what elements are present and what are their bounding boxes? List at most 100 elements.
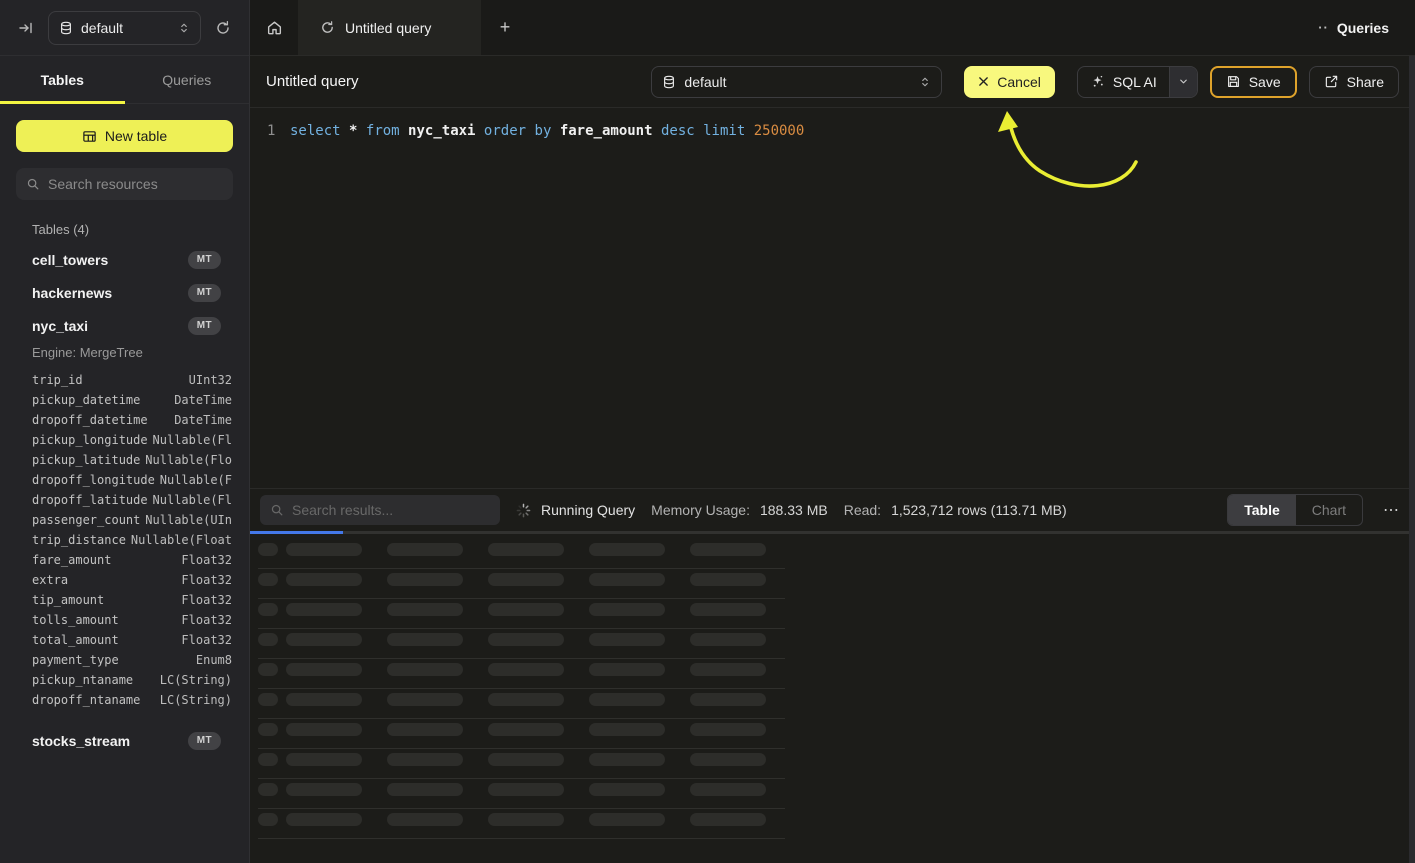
database-icon xyxy=(59,21,73,35)
skeleton-cell xyxy=(589,693,665,706)
table-item-cell-towers[interactable]: cell_towers MT xyxy=(16,243,233,276)
sql-ai-button[interactable]: SQL AI xyxy=(1078,67,1169,97)
query-status: Running Query xyxy=(516,502,635,518)
column-row[interactable]: trip_idUInt32 xyxy=(32,370,232,390)
search-resources-input[interactable] xyxy=(48,176,229,192)
column-name: tip_amount xyxy=(32,593,104,607)
sql-code: select * from nyc_taxi order by fare_amo… xyxy=(290,122,804,140)
skeleton-cell xyxy=(286,783,362,796)
column-type: DateTime xyxy=(174,413,232,427)
skeleton-cell xyxy=(387,573,463,586)
column-type: LC(String) xyxy=(160,673,232,687)
read-stat: Read: 1,523,712 rows (113.71 MB) xyxy=(844,502,1067,518)
database-selector[interactable]: default xyxy=(48,11,201,45)
table-item-hackernews[interactable]: hackernews MT xyxy=(16,276,233,309)
column-row[interactable]: pickup_datetimeDateTime xyxy=(32,390,232,410)
loading-skeleton-table xyxy=(250,534,1415,839)
skeleton-cell xyxy=(286,663,362,676)
column-row[interactable]: dropoff_latitudeNullable(Fl xyxy=(32,490,232,510)
chevron-down-icon xyxy=(1178,76,1189,87)
skeleton-cell xyxy=(488,633,564,646)
column-name: pickup_latitude xyxy=(32,453,140,467)
column-row[interactable]: pickup_ntanameLC(String) xyxy=(32,670,232,690)
database-icon xyxy=(662,75,676,89)
toggle-table[interactable]: Table xyxy=(1228,495,1296,525)
skeleton-cell xyxy=(286,693,362,706)
sql-token: fare_amount xyxy=(560,123,653,139)
queries-button[interactable]: ·· Queries xyxy=(1318,20,1389,36)
skeleton-cell xyxy=(589,753,665,766)
sql-editor[interactable]: 1 select * from nyc_taxi order by fare_a… xyxy=(250,109,1415,488)
skeleton-cell xyxy=(258,633,278,646)
sql-ai-dropdown-button[interactable] xyxy=(1169,67,1197,97)
skeleton-cell xyxy=(589,633,665,646)
skeleton-cell xyxy=(286,813,362,826)
new-table-button[interactable]: New table xyxy=(16,120,233,152)
skeleton-cell xyxy=(690,693,766,706)
column-row[interactable]: payment_typeEnum8 xyxy=(32,650,232,670)
topbar: Untitled query + ·· Queries xyxy=(250,0,1415,56)
column-type: Nullable(F xyxy=(160,473,232,487)
table-name: nyc_taxi xyxy=(32,318,88,334)
column-row[interactable]: pickup_latitudeNullable(Flo xyxy=(32,450,232,470)
skeleton-cell xyxy=(690,633,766,646)
sql-ai-label: SQL AI xyxy=(1113,74,1157,90)
toggle-chart[interactable]: Chart xyxy=(1296,495,1362,525)
sidebar: default Tables Queries xyxy=(0,0,250,863)
memory-usage-label: Memory Usage: xyxy=(651,502,750,518)
column-type: Float32 xyxy=(181,633,232,647)
skeleton-row xyxy=(258,659,785,689)
column-name: passenger_count xyxy=(32,513,140,527)
save-icon xyxy=(1226,74,1241,89)
sql-token: from xyxy=(366,123,400,139)
refresh-button[interactable] xyxy=(209,14,237,42)
search-results-input[interactable] xyxy=(292,502,490,518)
column-row[interactable]: dropoff_ntanameLC(String) xyxy=(32,690,232,710)
query-database-selector[interactable]: default xyxy=(651,66,942,98)
column-row[interactable]: tip_amountFloat32 xyxy=(32,590,232,610)
sql-token xyxy=(745,123,753,139)
table-name: cell_towers xyxy=(32,252,108,268)
skeleton-cell xyxy=(387,723,463,736)
share-icon xyxy=(1324,74,1339,89)
skeleton-row xyxy=(258,629,785,659)
column-row[interactable]: dropoff_datetimeDateTime xyxy=(32,410,232,430)
sidebar-tab-tables[interactable]: Tables xyxy=(0,56,125,103)
home-button[interactable] xyxy=(250,0,298,55)
column-row[interactable]: tolls_amountFloat32 xyxy=(32,610,232,630)
cancel-button[interactable]: Cancel xyxy=(964,66,1055,98)
table-item-stocks-stream[interactable]: stocks_stream MT xyxy=(16,724,233,757)
column-row[interactable]: trip_distanceNullable(Float xyxy=(32,530,232,550)
column-row[interactable]: dropoff_longitude Nullable(F xyxy=(32,470,232,490)
column-row[interactable]: passenger_countNullable(UIn xyxy=(32,510,232,530)
column-row[interactable]: extraFloat32 xyxy=(32,570,232,590)
refresh-icon xyxy=(215,20,231,36)
column-name: dropoff_longitude xyxy=(32,473,155,487)
skeleton-cell xyxy=(387,633,463,646)
search-icon xyxy=(270,503,284,517)
column-name: total_amount xyxy=(32,633,119,647)
new-tab-button[interactable]: + xyxy=(491,14,519,42)
engine-badge: MT xyxy=(188,251,221,269)
spinner-icon xyxy=(516,503,531,518)
collapse-sidebar-button[interactable] xyxy=(12,14,40,42)
sidebar-tab-queries[interactable]: Queries xyxy=(125,56,250,103)
collapse-sidebar-icon xyxy=(18,20,34,36)
column-row[interactable]: fare_amountFloat32 xyxy=(32,550,232,570)
skeleton-row xyxy=(258,599,785,629)
sql-line-1: 1 select * from nyc_taxi order by fare_a… xyxy=(250,109,1415,140)
sql-token xyxy=(653,123,661,139)
skeleton-cell xyxy=(589,603,665,616)
save-button[interactable]: Save xyxy=(1210,66,1297,98)
results-menu-button[interactable]: ⋯ xyxy=(1379,496,1403,524)
tab-untitled-query[interactable]: Untitled query xyxy=(298,0,481,55)
vertical-scrollbar[interactable] xyxy=(1409,56,1415,863)
skeleton-cell xyxy=(690,663,766,676)
skeleton-cell xyxy=(589,723,665,736)
table-item-nyc-taxi[interactable]: nyc_taxi MT xyxy=(16,309,233,342)
share-button[interactable]: Share xyxy=(1309,66,1399,98)
skeleton-cell xyxy=(488,723,564,736)
column-row[interactable]: pickup_longitudeNullable(Fl xyxy=(32,430,232,450)
column-row[interactable]: total_amount Float32 xyxy=(32,630,232,650)
table-name: stocks_stream xyxy=(32,733,130,749)
